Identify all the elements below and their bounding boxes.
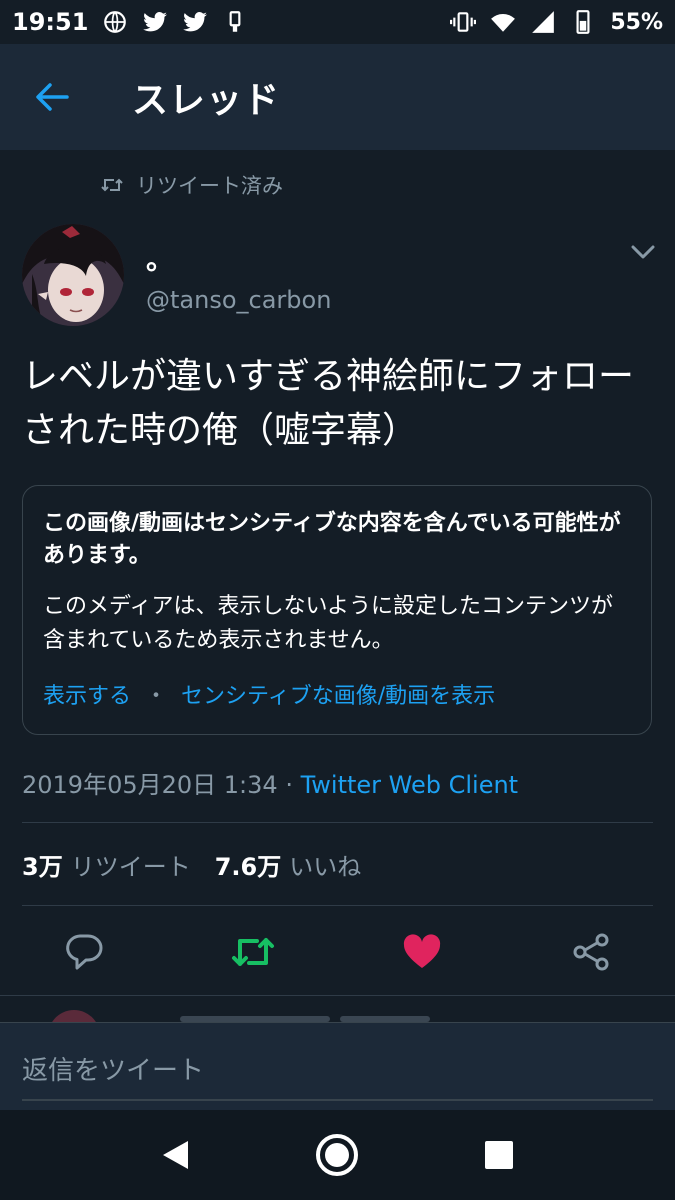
retweet-icon bbox=[101, 178, 123, 192]
tweet-stats: 3万 リツイート 7.6万 いいね bbox=[22, 847, 361, 882]
share-button[interactable] bbox=[569, 930, 613, 974]
retweeted-label: リツイート済み bbox=[136, 174, 283, 198]
status-time: 19:51 bbox=[12, 8, 89, 36]
wifi-icon bbox=[491, 14, 516, 32]
device-status-icon bbox=[229, 11, 241, 32]
show-sensitive-link[interactable]: センシティブな画像/動画を表示 bbox=[181, 678, 495, 710]
like-button[interactable] bbox=[400, 930, 444, 974]
like-stat-label: いいね bbox=[289, 853, 362, 881]
android-nav-bar bbox=[0, 1110, 675, 1200]
nav-home-icon bbox=[316, 1134, 358, 1176]
client-link[interactable]: Twitter Web Client bbox=[301, 771, 519, 799]
author-avatar[interactable] bbox=[22, 224, 124, 326]
like-stat[interactable]: 7.6万 いいね bbox=[215, 847, 362, 882]
vpn-globe-icon bbox=[104, 11, 127, 33]
tweet-text: レベルが違いすぎる神絵師にフォローされた時の俺（嘘字幕） bbox=[22, 356, 635, 451]
action-bar bbox=[0, 922, 675, 982]
page-title: スレッド bbox=[132, 80, 281, 121]
status-bar: 19:51 55% bbox=[0, 0, 675, 44]
twitter-bird-icon bbox=[183, 12, 208, 32]
divider bbox=[22, 822, 653, 823]
retweet-stat[interactable]: 3万 リツイート bbox=[22, 847, 191, 882]
status-left: 19:51 bbox=[12, 8, 248, 36]
twitter-bird-icon bbox=[143, 12, 168, 32]
back-button[interactable] bbox=[22, 67, 82, 127]
reply-bar bbox=[0, 1022, 675, 1110]
reply-input[interactable] bbox=[22, 1043, 653, 1101]
show-media-link[interactable]: 表示する bbox=[43, 678, 131, 710]
nav-back-button[interactable] bbox=[152, 1132, 198, 1178]
retweet-button[interactable] bbox=[231, 930, 275, 974]
meta-separator: · bbox=[277, 771, 301, 799]
vibrate-icon bbox=[450, 12, 477, 32]
tweet-timestamp: 2019年05月20日 1:34 bbox=[22, 771, 278, 799]
nav-recents-button[interactable] bbox=[476, 1132, 522, 1178]
reply-button[interactable] bbox=[62, 930, 106, 974]
back-arrow-icon bbox=[36, 83, 69, 111]
retweeted-indicator: リツイート済み bbox=[100, 170, 283, 200]
nav-recents-icon bbox=[485, 1141, 513, 1169]
nav-home-button[interactable] bbox=[314, 1132, 360, 1178]
sensitive-media-notice: この画像/動画はセンシティブな内容を含んでいる可能性があります。 このメディアは… bbox=[22, 485, 652, 735]
battery-percent: 55% bbox=[610, 9, 663, 35]
retweet-icon bbox=[232, 938, 274, 966]
like-count: 7.6万 bbox=[214, 853, 282, 881]
share-icon bbox=[573, 933, 609, 971]
anime-avatar-image bbox=[22, 224, 124, 326]
battery-icon bbox=[576, 10, 590, 34]
nav-back-icon bbox=[163, 1141, 188, 1169]
chevron-down-icon[interactable] bbox=[628, 238, 658, 266]
heart-icon bbox=[403, 934, 441, 968]
divider bbox=[22, 905, 653, 906]
author-name: 。 bbox=[146, 243, 175, 276]
status-right: 55% bbox=[450, 9, 663, 35]
sensitive-title: この画像/動画はセンシティブな内容を含んでいる可能性があります。 bbox=[43, 511, 621, 568]
app-header: スレッド bbox=[0, 44, 675, 150]
sensitive-links: 表示する ・ センシティブな画像/動画を表示 bbox=[43, 678, 631, 710]
link-separator: ・ bbox=[145, 684, 168, 709]
reply-icon bbox=[66, 934, 103, 970]
retweet-count: 3万 bbox=[22, 853, 63, 881]
tweet-meta: 2019年05月20日 1:34 · Twitter Web Client bbox=[22, 765, 518, 800]
next-tweet-peek bbox=[0, 996, 675, 1022]
author-handle: @tanso_carbon bbox=[146, 286, 332, 314]
cell-signal-icon bbox=[532, 11, 555, 33]
next-tweet-fragment bbox=[52, 1010, 430, 1022]
sensitive-body: このメディアは、表示しないように設定したコンテンツが含まれているため表示されませ… bbox=[43, 594, 614, 653]
retweet-stat-label: リツイート bbox=[70, 853, 191, 881]
